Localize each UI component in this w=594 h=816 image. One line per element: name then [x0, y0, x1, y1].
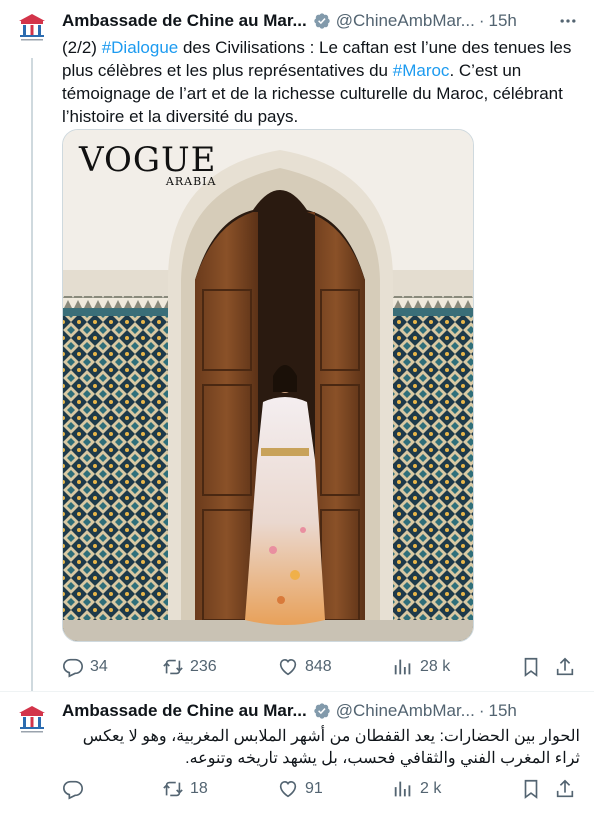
text-prefix: (2/2)	[62, 38, 102, 57]
hashtag-dialogue[interactable]: #Dialogue	[102, 38, 179, 57]
repost-count: 236	[190, 658, 217, 675]
hashtag-maroc[interactable]: #Maroc	[393, 61, 450, 80]
share-icon	[556, 779, 574, 798]
views-button[interactable]: 28 k	[392, 656, 512, 678]
author-handle[interactable]: @ChineAmbMar...	[336, 701, 475, 721]
reply-button[interactable]: 34	[62, 656, 162, 678]
like-icon	[279, 659, 297, 676]
views-button[interactable]: 2 k	[392, 778, 512, 800]
bookmark-button[interactable]	[520, 656, 554, 678]
views-count: 28 k	[420, 658, 451, 675]
author-name[interactable]: Ambassade de Chine au Mar...	[62, 701, 307, 721]
repost-icon	[163, 659, 183, 675]
bookmark-button[interactable]	[520, 778, 554, 800]
reply-icon	[63, 658, 83, 678]
separator: ·	[478, 11, 485, 30]
repost-button[interactable]: 18	[162, 778, 277, 800]
tweet-text: (2/2) #Dialogue des Civilisations : Le c…	[62, 36, 580, 128]
action-bar: 34 236 848 28 k	[62, 654, 576, 680]
share-button[interactable]	[554, 778, 576, 800]
share-button[interactable]	[554, 656, 576, 678]
views-icon	[394, 781, 411, 797]
tweet-image[interactable]: VOGUE ARABIA	[62, 129, 474, 642]
tweet-2[interactable]: Ambassade de Chine au Mar... @ChineAmbMa…	[0, 692, 594, 816]
tweet-1[interactable]: Ambassade de Chine au Mar... @ChineAmbMa…	[0, 0, 594, 692]
tweet-text: الحوار بين الحضارات: يعد القفطان من أشهر…	[82, 728, 580, 767]
reply-icon	[63, 780, 83, 800]
embassy-logo-icon	[19, 14, 45, 41]
tweet-header: Ambassade de Chine au Mar... @ChineAmbMa…	[62, 9, 578, 33]
avatar[interactable]	[12, 700, 52, 740]
views-count: 2 k	[420, 780, 442, 797]
vogue-cover-illustration	[63, 130, 473, 641]
like-button[interactable]: 848	[277, 656, 392, 678]
repost-button[interactable]: 236	[162, 656, 277, 678]
like-button[interactable]: 91	[277, 778, 392, 800]
action-bar: 18 91 2 k	[62, 776, 576, 802]
more-icon[interactable]	[558, 11, 578, 31]
reply-count: 34	[90, 658, 108, 675]
vogue-logo-main: VOGUE	[79, 140, 217, 180]
author-name[interactable]: Ambassade de Chine au Mar...	[62, 11, 307, 31]
vogue-logo: VOGUE ARABIA	[79, 142, 216, 188]
repost-count: 18	[190, 780, 208, 797]
separator: ·	[478, 701, 485, 720]
embassy-logo-icon	[19, 706, 45, 733]
verified-badge-icon	[314, 13, 330, 29]
bookmark-icon	[524, 657, 538, 677]
reply-button[interactable]	[62, 778, 162, 800]
verified-badge-icon	[314, 703, 330, 719]
like-count: 848	[305, 658, 332, 675]
tweet-header: Ambassade de Chine au Mar... @ChineAmbMa…	[62, 699, 578, 723]
like-count: 91	[305, 780, 323, 797]
bookmark-icon	[524, 779, 538, 799]
share-icon	[556, 657, 574, 676]
views-icon	[394, 659, 411, 675]
like-icon	[279, 781, 297, 798]
repost-icon	[163, 781, 183, 797]
timestamp[interactable]: 15h	[489, 11, 517, 31]
author-handle[interactable]: @ChineAmbMar...	[336, 11, 475, 31]
thread-line	[31, 58, 33, 692]
avatar[interactable]	[12, 8, 52, 48]
timestamp[interactable]: 15h	[489, 701, 517, 721]
